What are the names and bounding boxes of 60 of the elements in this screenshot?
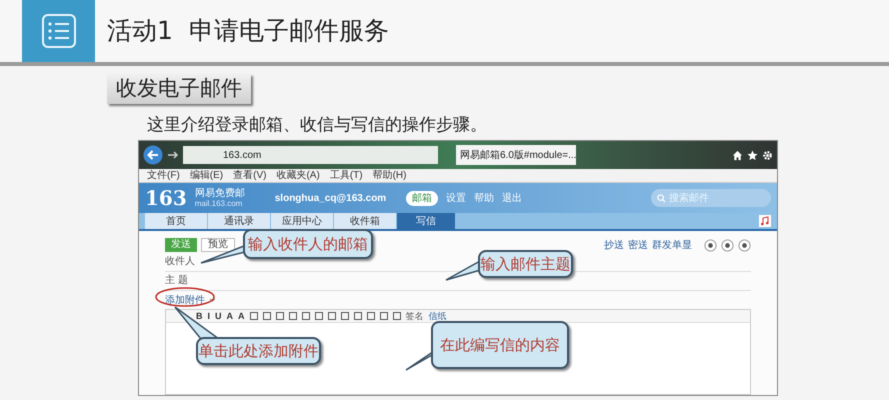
menu-item[interactable]: 查看(V) bbox=[233, 170, 266, 182]
compose-link[interactable]: 抄送 bbox=[604, 238, 624, 252]
brand-domain: mail.163.com bbox=[194, 199, 244, 208]
menu-item[interactable]: 收藏夹(A) bbox=[276, 170, 320, 182]
format-button[interactable]: B bbox=[196, 311, 202, 321]
field-label: 收件人 bbox=[165, 256, 195, 268]
square-icon[interactable] bbox=[302, 312, 310, 320]
caret-icon[interactable] bbox=[209, 296, 216, 304]
browser-tab[interactable]: 网易邮箱6.0版#module=... bbox=[456, 145, 576, 165]
circle-icon[interactable] bbox=[721, 238, 734, 252]
stationery-button[interactable]: 信纸 bbox=[428, 311, 447, 321]
music-note-icon[interactable] bbox=[759, 215, 771, 227]
mailbox-badge[interactable]: 邮箱 bbox=[406, 190, 438, 206]
mail-tab[interactable]: 写信 bbox=[397, 213, 455, 229]
add-attachment-link[interactable]: 添加附件 bbox=[165, 292, 205, 308]
square-icon[interactable] bbox=[366, 312, 375, 320]
square-icon[interactable] bbox=[262, 312, 271, 320]
mail-tab[interactable]: 首页 bbox=[145, 213, 207, 229]
address-bar[interactable]: 163.com bbox=[183, 146, 438, 164]
circle-icon[interactable] bbox=[738, 238, 751, 252]
mail-logo: 163 bbox=[145, 185, 187, 212]
square-icon[interactable] bbox=[380, 312, 388, 320]
square-icon[interactable] bbox=[288, 312, 297, 320]
format-button[interactable]: A bbox=[226, 311, 234, 321]
circle-icon[interactable] bbox=[704, 238, 717, 252]
list-icon bbox=[40, 13, 76, 49]
square-icon[interactable] bbox=[354, 312, 362, 320]
search-icon bbox=[657, 194, 666, 202]
highlight-ellipse bbox=[155, 287, 215, 307]
square-icon[interactable] bbox=[340, 312, 349, 320]
mail-tab[interactable]: 应用中心 bbox=[271, 213, 333, 229]
mail-tab[interactable]: 收件箱 bbox=[334, 213, 396, 229]
back-icon[interactable] bbox=[143, 145, 163, 165]
brand-name: 网易免费邮 bbox=[194, 188, 245, 199]
settings-icon[interactable] bbox=[762, 150, 773, 160]
toolbar-button[interactable]: 预览 bbox=[201, 238, 235, 252]
format-button[interactable]: U bbox=[215, 311, 222, 321]
format-button[interactable]: I bbox=[208, 311, 210, 321]
home-icon[interactable] bbox=[732, 150, 743, 160]
field-label: 主 题 bbox=[165, 275, 188, 287]
square-icon[interactable] bbox=[314, 312, 323, 320]
square-icon[interactable] bbox=[276, 312, 284, 320]
square-icon[interactable] bbox=[250, 312, 258, 320]
mail-tab[interactable]: 通讯录 bbox=[208, 213, 270, 229]
star-icon[interactable] bbox=[747, 150, 758, 160]
compose-link[interactable]: 群发单显 bbox=[652, 238, 692, 252]
slide-title: 活动1 申请电子邮件服务 bbox=[107, 15, 389, 48]
compose-link[interactable]: 密送 bbox=[628, 238, 648, 252]
menu-item[interactable]: 文件(F) bbox=[147, 170, 180, 182]
section-heading: 收发电子邮件 bbox=[107, 74, 251, 104]
intro-text: 这里介绍登录邮箱、收信与写信的操作步骤。 bbox=[147, 114, 487, 136]
square-icon[interactable] bbox=[328, 312, 336, 320]
callout-pointer bbox=[174, 306, 220, 340]
format-button[interactable]: A bbox=[238, 311, 245, 321]
menu-item[interactable]: 帮助(H) bbox=[372, 170, 406, 182]
forward-icon[interactable] bbox=[167, 149, 179, 161]
signature-dropdown[interactable]: 签名 bbox=[406, 311, 424, 321]
square-icon[interactable] bbox=[392, 312, 401, 320]
menu-item[interactable]: 编辑(E) bbox=[190, 170, 224, 182]
menu-item[interactable]: 工具(T) bbox=[330, 170, 363, 182]
